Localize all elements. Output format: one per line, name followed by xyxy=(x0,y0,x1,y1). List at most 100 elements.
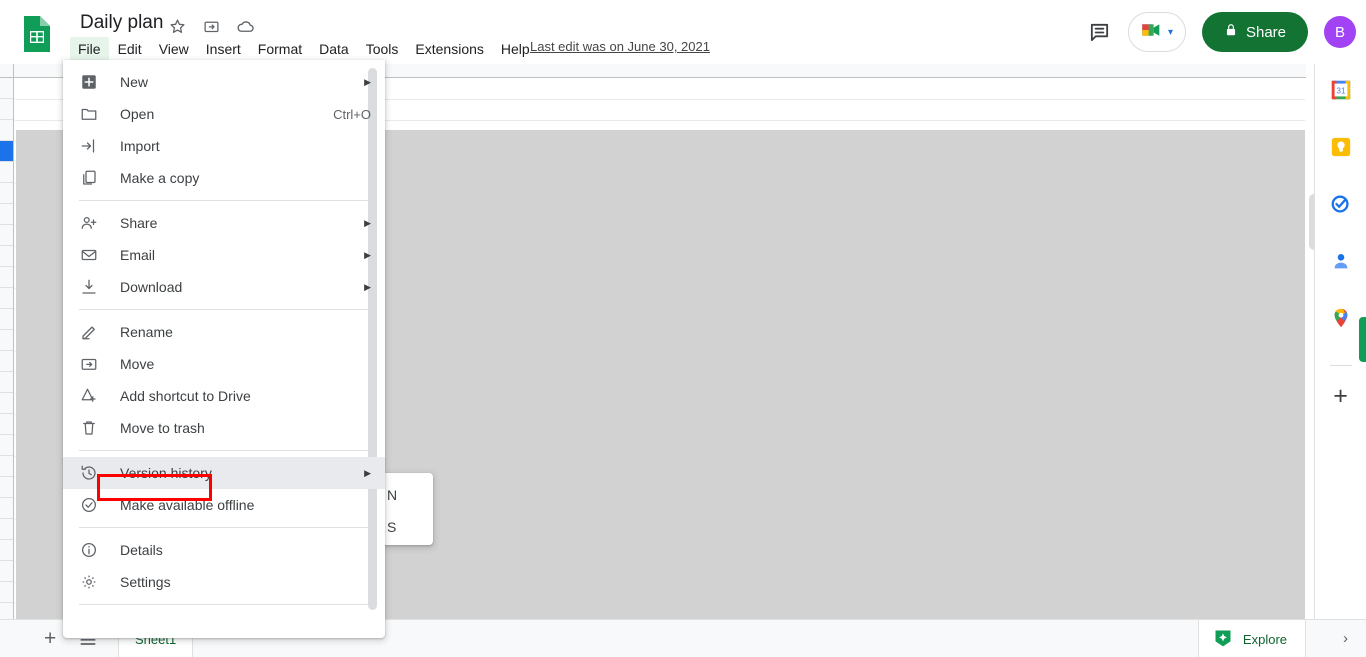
menu-item-add-shortcut-to-drive[interactable]: Add shortcut to Drive xyxy=(63,380,385,412)
row-header-cell[interactable] xyxy=(0,309,13,330)
menu-item-make-a-copy[interactable]: Make a copy xyxy=(63,162,385,194)
row-header-cell[interactable] xyxy=(0,204,13,225)
lock-icon xyxy=(1224,22,1238,42)
row-header-cell[interactable] xyxy=(0,267,13,288)
menu-tools[interactable]: Tools xyxy=(358,37,407,61)
info-icon xyxy=(79,540,99,560)
gear-icon xyxy=(79,572,99,592)
row-header-cell[interactable] xyxy=(0,582,13,603)
row-header-cell[interactable] xyxy=(0,141,13,162)
menu-item-label: Email xyxy=(120,247,156,263)
menu-item-email[interactable]: Email ▶ xyxy=(63,239,385,271)
share-button[interactable]: Share xyxy=(1201,12,1308,52)
last-edit-status[interactable]: Last edit was on June 30, 2021 xyxy=(530,39,710,54)
row-header-cell[interactable] xyxy=(0,414,13,435)
row-header-cell[interactable] xyxy=(0,456,13,477)
move-to-folder-icon[interactable] xyxy=(200,15,222,37)
menu-item-version-history[interactable]: Version history ▶ xyxy=(63,457,385,489)
row-header-cell[interactable] xyxy=(0,540,13,561)
new-file-icon xyxy=(79,72,99,92)
side-panel-divider xyxy=(1329,365,1352,366)
menu-edit[interactable]: Edit xyxy=(110,37,150,61)
row-header-cell[interactable] xyxy=(0,120,13,141)
menu-item-open[interactable]: Open Ctrl+O xyxy=(63,98,385,130)
google-keep-icon[interactable] xyxy=(1329,135,1353,159)
row-header-cell[interactable] xyxy=(0,225,13,246)
google-meet-icon xyxy=(1139,19,1165,46)
menu-item-import[interactable]: Import xyxy=(63,130,385,162)
menu-item-label: Share xyxy=(120,215,158,231)
menu-item-move-to-trash[interactable]: Move to trash xyxy=(63,412,385,444)
menu-file[interactable]: File xyxy=(70,37,109,61)
explore-button[interactable]: Explore xyxy=(1197,620,1306,657)
row-header-cell[interactable] xyxy=(0,78,13,99)
menu-separator xyxy=(79,604,369,605)
sheets-icon[interactable] xyxy=(20,14,54,52)
menu-item-label: Make a copy xyxy=(120,170,200,186)
menu-data[interactable]: Data xyxy=(311,37,357,61)
menu-extensions[interactable]: Extensions xyxy=(407,37,491,61)
google-meet-button[interactable]: ▾ xyxy=(1127,12,1186,52)
add-addon-button[interactable]: + xyxy=(1329,382,1353,410)
star-icon[interactable] xyxy=(166,15,188,37)
app-header: Daily plan File Edit View Insert Format Data T… xyxy=(0,0,1366,64)
menu-item-label: Add shortcut to Drive xyxy=(120,388,251,404)
menu-item-share[interactable]: Share ▶ xyxy=(63,207,385,239)
hidden-panel-handle[interactable] xyxy=(1359,317,1366,362)
person-add-icon xyxy=(79,213,99,233)
row-header-cell[interactable] xyxy=(0,162,13,183)
menu-item-details[interactable]: Details xyxy=(63,534,385,566)
row-header-cell[interactable] xyxy=(0,519,13,540)
row-header-cell[interactable] xyxy=(0,351,13,372)
google-maps-icon[interactable] xyxy=(1329,306,1353,330)
add-sheet-button[interactable]: + xyxy=(44,628,56,649)
menu-item-settings[interactable]: Settings xyxy=(63,566,385,598)
row-header-cell[interactable] xyxy=(0,393,13,414)
menu-view[interactable]: View xyxy=(151,37,197,61)
row-header-cell[interactable] xyxy=(0,330,13,351)
menu-item-rename[interactable]: Rename xyxy=(63,316,385,348)
envelope-icon xyxy=(79,245,99,265)
move-to-folder-icon xyxy=(79,354,99,374)
title-icon-group xyxy=(166,15,256,37)
avatar[interactable]: B xyxy=(1324,16,1356,48)
menu-item-label: New xyxy=(120,74,149,90)
submenu-arrow-icon: ▶ xyxy=(364,467,371,478)
comment-history-icon[interactable] xyxy=(1080,12,1120,52)
menu-item-move[interactable]: Move xyxy=(63,348,385,380)
google-tasks-icon[interactable] xyxy=(1329,192,1353,216)
select-all-corner[interactable] xyxy=(0,64,14,78)
row-header-cell[interactable] xyxy=(0,288,13,309)
google-calendar-icon[interactable]: 31 xyxy=(1329,78,1353,102)
menu-item-new[interactable]: New ▶ xyxy=(63,66,385,98)
menu-item-label: Open xyxy=(120,106,155,122)
row-header-cell[interactable] xyxy=(0,372,13,393)
history-clock-icon xyxy=(79,463,99,483)
row-header-cell[interactable] xyxy=(0,183,13,204)
menu-item-label: Import xyxy=(120,138,160,154)
right-side-panel: 31 + xyxy=(1314,64,1366,619)
menu-item-download[interactable]: Download ▶ xyxy=(63,271,385,303)
file-menu-dropdown: New ▶ Open Ctrl+O Import Make a copy Share ▶ Ema… xyxy=(63,60,385,638)
row-header-cell[interactable] xyxy=(0,477,13,498)
menu-item-make-available-offline[interactable]: Make available offline xyxy=(63,489,385,521)
row-header-cell[interactable] xyxy=(0,561,13,582)
pencil-icon xyxy=(79,322,99,342)
menu-insert[interactable]: Insert xyxy=(198,37,249,61)
row-header-cell[interactable] xyxy=(0,99,13,120)
row-header-cell[interactable] xyxy=(0,498,13,519)
trash-icon xyxy=(79,418,99,438)
row-header-cell[interactable] xyxy=(0,246,13,267)
add-addon-label: + xyxy=(1333,382,1348,410)
cloud-saved-icon[interactable] xyxy=(234,15,256,37)
expand-panel-chevron[interactable]: › xyxy=(1343,630,1348,647)
row-header-cell[interactable] xyxy=(0,435,13,456)
offline-check-icon xyxy=(79,495,99,515)
menu-item-label: Details xyxy=(120,542,163,558)
chevron-down-icon[interactable]: ▾ xyxy=(1168,27,1173,38)
submenu-arrow-icon: ▶ xyxy=(364,217,371,228)
google-contacts-icon[interactable] xyxy=(1329,249,1353,273)
menu-format[interactable]: Format xyxy=(250,37,310,61)
menu-item-label: Settings xyxy=(120,574,171,590)
document-title[interactable]: Daily plan xyxy=(80,10,163,36)
